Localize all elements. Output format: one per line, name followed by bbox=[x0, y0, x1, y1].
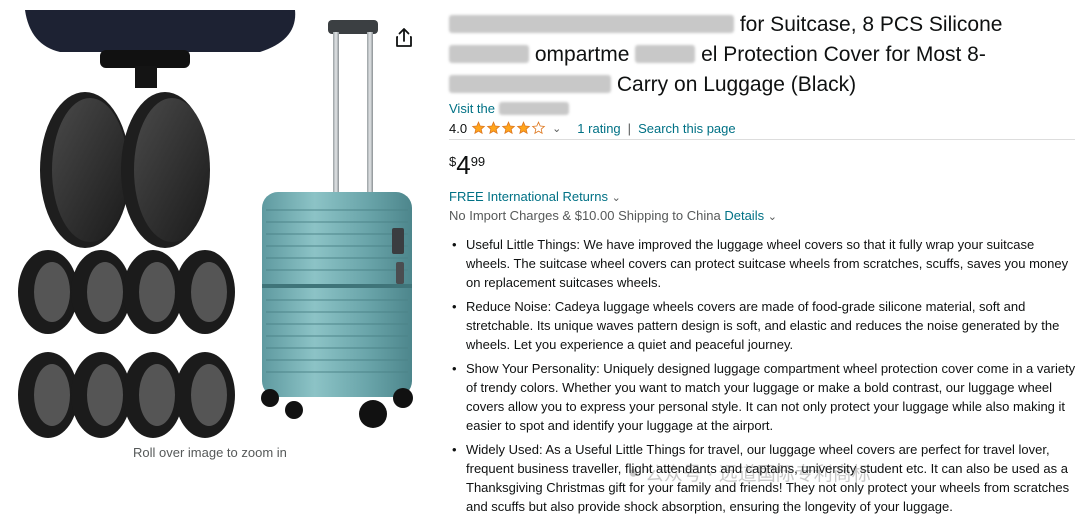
price: $ 4 99 bbox=[449, 151, 1079, 181]
wheel-covers-image bbox=[18, 250, 235, 438]
star-filled-icon bbox=[516, 121, 531, 135]
chevron-down-icon[interactable]: ⌄ bbox=[768, 211, 777, 223]
star-filled-icon bbox=[471, 121, 486, 135]
feature-bullet: Useful Little Things: We have improved t… bbox=[449, 235, 1077, 292]
rating-row: 4.0 ⌄ 1 rating | Search this page bbox=[449, 119, 1079, 137]
shipping-text: No Import Charges & $10.00 Shipping to C… bbox=[449, 208, 721, 223]
feature-bullet: Widely Used: As a Useful Little Things f… bbox=[449, 440, 1077, 516]
rating-value: 4.0 bbox=[449, 120, 468, 136]
returns-label[interactable]: FREE International Returns bbox=[449, 189, 608, 204]
divider bbox=[449, 139, 1075, 140]
title-part-4: Carry on Luggage (Black) bbox=[616, 73, 857, 96]
returns-link[interactable]: FREE International Returns ⌄ bbox=[449, 188, 1079, 206]
search-page-link[interactable]: Search this page bbox=[638, 121, 736, 136]
chevron-down-icon[interactable]: ⌄ bbox=[612, 192, 621, 204]
feature-bullets: Useful Little Things: We have improved t… bbox=[449, 235, 1077, 516]
teal-suitcase-image bbox=[261, 20, 413, 428]
product-image-area[interactable]: Roll over image to zoom in bbox=[0, 0, 430, 517]
shipping-info: No Import Charges & $10.00 Shipping to C… bbox=[449, 206, 1079, 226]
separator: | bbox=[627, 120, 632, 136]
product-title: for Suitcase, 8 PCS Silicone ompartme el… bbox=[449, 10, 1064, 100]
chevron-down-icon[interactable]: ⌄ bbox=[552, 122, 561, 135]
redacted-text bbox=[449, 75, 611, 93]
feature-bullet: Show Your Personality: Uniquely designed… bbox=[449, 359, 1077, 435]
rating-count-link[interactable]: 1 rating bbox=[577, 121, 620, 136]
star-rating[interactable] bbox=[471, 121, 546, 135]
price-symbol: $ bbox=[449, 154, 457, 169]
product-detail: for Suitcase, 8 PCS Silicone ompartme el… bbox=[449, 10, 1079, 517]
star-filled-icon bbox=[501, 121, 516, 135]
star-empty-icon bbox=[531, 121, 546, 135]
title-part-3: el Protection Cover for Most 8- bbox=[701, 43, 986, 66]
product-image[interactable] bbox=[0, 0, 430, 517]
wheel-pair-image bbox=[40, 92, 210, 248]
title-part-2: ompartme bbox=[534, 43, 630, 66]
shipping-details-link[interactable]: Details bbox=[724, 208, 764, 223]
feature-bullet: Reduce Noise: Cadeya luggage wheels cove… bbox=[449, 297, 1077, 354]
redacted-brand bbox=[449, 15, 734, 33]
price-fraction: 99 bbox=[470, 154, 486, 169]
redacted-store bbox=[498, 102, 569, 115]
redacted-text bbox=[635, 45, 696, 63]
visit-store-link[interactable]: Visit the bbox=[449, 100, 1079, 118]
star-filled-icon bbox=[486, 121, 501, 135]
visit-store-label[interactable]: Visit the bbox=[449, 101, 495, 116]
share-icon[interactable] bbox=[392, 26, 416, 50]
redacted-text bbox=[449, 45, 529, 63]
title-part-1: for Suitcase, 8 PCS Silicone bbox=[739, 13, 1003, 36]
zoom-hint: Roll over image to zoom in bbox=[133, 445, 287, 460]
price-whole: 4 bbox=[456, 150, 471, 180]
